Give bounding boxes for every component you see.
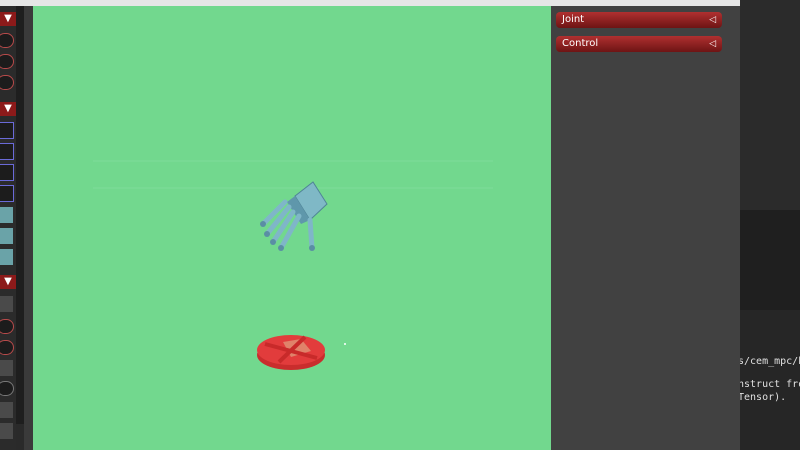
terminal-line: nstruct fro — [740, 379, 800, 390]
chevron-down-icon: ▼ — [4, 276, 12, 287]
terminal-line: Tensor). — [740, 392, 787, 403]
radio-button[interactable] — [0, 381, 14, 396]
target-object — [257, 335, 325, 370]
radio-button[interactable] — [0, 319, 14, 334]
terminal-pane-top — [740, 0, 800, 210]
radio-button[interactable] — [0, 33, 14, 48]
section-control[interactable]: Control ◁ — [556, 36, 722, 52]
right-panel: Joint ◁ Control ◁ — [551, 6, 740, 450]
checkbox[interactable] — [0, 164, 14, 181]
section-joint[interactable]: Joint ◁ — [556, 12, 722, 28]
checkbox[interactable] — [0, 122, 14, 139]
chevron-down-icon: ▼ — [4, 13, 12, 24]
toggle-button[interactable] — [0, 227, 14, 245]
button[interactable] — [0, 401, 14, 419]
section-label: Control — [562, 38, 599, 49]
site-marker — [344, 343, 346, 345]
left-scrollbar[interactable] — [24, 6, 33, 450]
section-toggle-1[interactable]: ▼ — [0, 12, 16, 26]
scene-canvas — [93, 160, 493, 370]
collapse-arrow-icon: ◁ — [709, 15, 716, 25]
terminal-line: s/cem_mpc/b — [740, 356, 800, 367]
radio-button[interactable] — [0, 340, 14, 355]
terminal-pane-middle — [740, 210, 800, 310]
button[interactable] — [0, 295, 14, 313]
radio-button[interactable] — [0, 54, 14, 69]
terminal-window: s/cem_mpc/b nstruct fro Tensor). — [740, 0, 800, 450]
toggle-button[interactable] — [0, 248, 14, 266]
collapse-arrow-icon: ◁ — [709, 39, 716, 49]
left-panel: ▼ ▼ ▼ — [0, 6, 16, 450]
button[interactable] — [0, 422, 14, 440]
section-label: Joint — [562, 14, 585, 25]
robot-hand — [260, 181, 328, 251]
section-toggle-2[interactable]: ▼ — [0, 102, 16, 116]
checkbox[interactable] — [0, 185, 14, 202]
radio-button[interactable] — [0, 75, 14, 90]
button[interactable] — [0, 359, 14, 377]
section-toggle-3[interactable]: ▼ — [0, 275, 16, 289]
chevron-down-icon: ▼ — [4, 103, 12, 114]
left-panel-gutter — [16, 6, 24, 424]
checkbox[interactable] — [0, 143, 14, 160]
toggle-button[interactable] — [0, 206, 14, 224]
simulation-viewport[interactable] — [33, 6, 551, 450]
